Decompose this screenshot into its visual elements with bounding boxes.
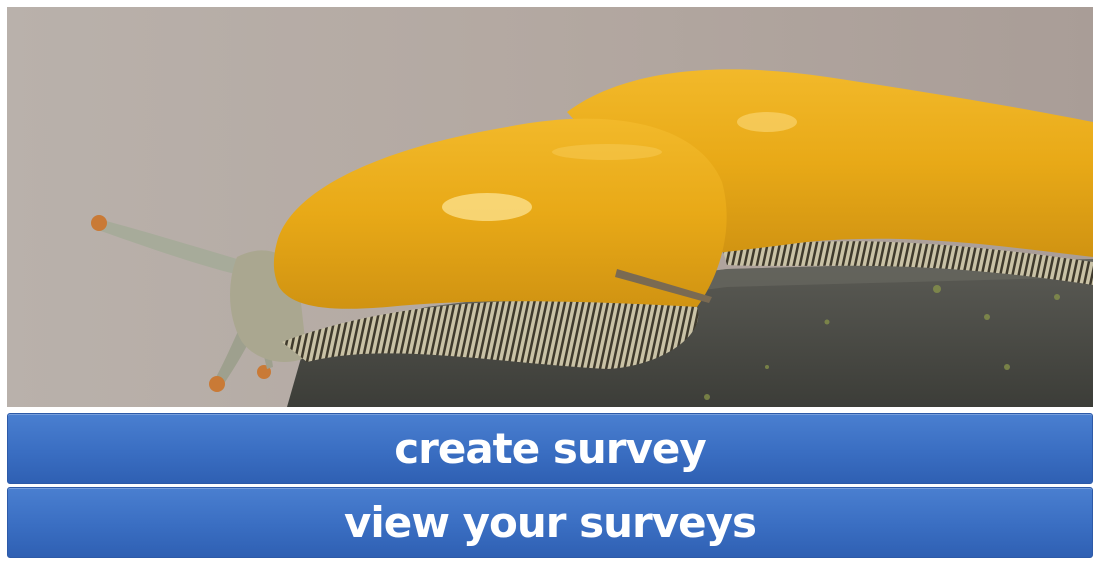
banana-slug-illustration: [7, 7, 1093, 407]
create-survey-button[interactable]: create survey: [7, 413, 1093, 484]
hero-image: [7, 7, 1093, 407]
view-surveys-button[interactable]: view your surveys: [7, 487, 1093, 558]
